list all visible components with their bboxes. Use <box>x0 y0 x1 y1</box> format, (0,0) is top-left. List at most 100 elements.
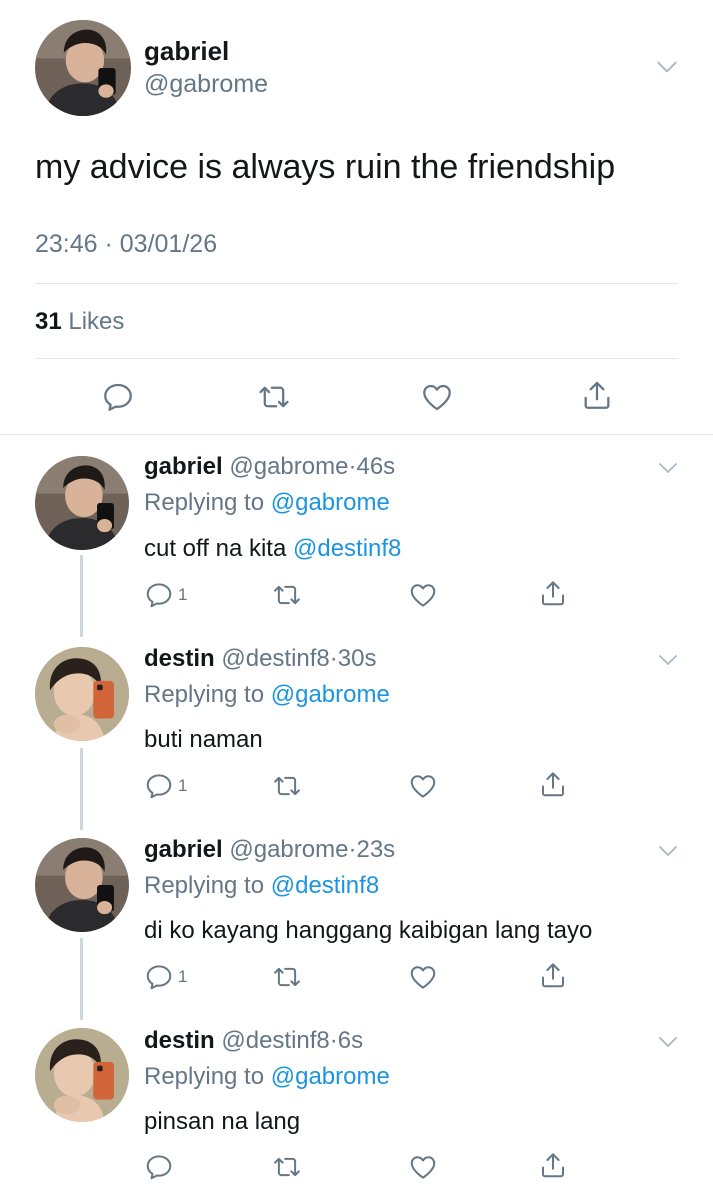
retweet-icon <box>272 580 302 610</box>
like-button[interactable] <box>408 1152 438 1182</box>
like-button[interactable] <box>408 580 438 610</box>
share-button[interactable] <box>538 578 568 608</box>
chevron-down-icon[interactable] <box>656 648 680 672</box>
reply-avatar[interactable] <box>35 1028 129 1122</box>
share-icon <box>538 578 568 608</box>
heart-icon <box>408 580 438 610</box>
retweet-icon <box>272 962 302 992</box>
section-divider <box>0 434 713 435</box>
mention-link[interactable]: @destinf8 <box>293 535 401 562</box>
retweet-button[interactable] <box>272 962 302 992</box>
replying-to-handle[interactable]: @gabrome <box>271 489 390 516</box>
reply-icon <box>101 380 135 414</box>
retweet-icon <box>272 771 302 801</box>
like-button[interactable] <box>408 962 438 992</box>
reply-avatar[interactable] <box>35 647 129 741</box>
reply-icon <box>144 962 174 992</box>
chevron-down-icon[interactable] <box>656 839 680 863</box>
reply-author-handle[interactable]: @destinf8 <box>221 1027 329 1054</box>
likes-summary[interactable]: 31 Likes <box>35 308 124 336</box>
retweet-button[interactable] <box>257 380 291 414</box>
heart-icon <box>408 962 438 992</box>
share-icon <box>538 769 568 799</box>
reply-avatar[interactable] <box>35 456 129 550</box>
reply-author-name[interactable]: destin <box>144 645 215 672</box>
reply-author-handle[interactable]: @destinf8 <box>221 645 329 672</box>
reply-author-name[interactable]: destin <box>144 1027 215 1054</box>
main-tweet-author-handle[interactable]: @gabrome <box>144 70 268 99</box>
reply-icon <box>144 580 174 610</box>
reply-count: 1 <box>178 967 188 986</box>
reply-header: destin @destinf8·30s <box>144 645 376 673</box>
replying-to-label: Replying to <box>144 872 265 899</box>
replying-to-label: Replying to <box>144 489 265 516</box>
reply-icon <box>144 771 174 801</box>
likes-label: Likes <box>68 308 125 335</box>
reply-button[interactable]: 1 <box>144 962 187 992</box>
retweet-button[interactable] <box>272 1152 302 1182</box>
like-button[interactable] <box>408 771 438 801</box>
reply-author-name[interactable]: gabriel <box>144 836 223 863</box>
share-button[interactable] <box>580 378 614 412</box>
retweet-icon <box>272 1152 302 1182</box>
reply-author-handle[interactable]: @gabrome <box>229 453 348 480</box>
replying-to-handle[interactable]: @destinf8 <box>271 872 379 899</box>
heart-icon <box>420 380 454 414</box>
share-button[interactable] <box>538 960 568 990</box>
likes-count: 31 <box>35 308 62 335</box>
share-icon <box>580 378 614 412</box>
replying-to-handle[interactable]: @gabrome <box>271 681 390 708</box>
reply-separator: · <box>329 645 338 672</box>
share-button[interactable] <box>538 1150 568 1180</box>
thread-line <box>80 748 83 830</box>
reply-separator: · <box>329 1027 338 1054</box>
reply-button[interactable]: 1 <box>144 771 187 801</box>
reply-avatar[interactable] <box>35 838 129 932</box>
retweet-icon <box>257 380 291 414</box>
reply-header: destin @destinf8·6s <box>144 1027 363 1055</box>
main-tweet-author-name[interactable]: gabriel <box>144 36 229 67</box>
reply-count: 1 <box>178 776 188 795</box>
reply-author-handle[interactable]: @gabrome <box>229 836 348 863</box>
share-icon <box>538 1150 568 1180</box>
divider <box>35 283 678 284</box>
reply-header: gabriel @gabrome·23s <box>144 836 395 864</box>
main-tweet-avatar[interactable] <box>35 20 131 116</box>
main-tweet-text: my advice is always ruin the friendship <box>35 148 616 186</box>
share-button[interactable] <box>538 769 568 799</box>
reply-time[interactable]: 23s <box>356 836 395 863</box>
reply-button[interactable]: 1 <box>144 580 187 610</box>
reply-header: gabriel @gabrome·46s <box>144 453 395 481</box>
replying-to: Replying to @gabrome <box>144 681 390 709</box>
heart-icon <box>408 1152 438 1182</box>
replying-to-label: Replying to <box>144 1063 265 1090</box>
reply-text-body: cut off na kita <box>144 535 293 562</box>
reply-count: 1 <box>178 585 188 604</box>
divider <box>35 358 678 359</box>
replying-to-handle[interactable]: @gabrome <box>271 1063 390 1090</box>
reply-text: buti naman <box>144 726 263 753</box>
heart-icon <box>408 771 438 801</box>
replying-to: Replying to @gabrome <box>144 489 390 517</box>
replying-to: Replying to @gabrome <box>144 1063 390 1091</box>
retweet-button[interactable] <box>272 771 302 801</box>
reply-button[interactable] <box>144 1152 178 1182</box>
thread-line <box>80 938 83 1020</box>
reply-button[interactable] <box>101 380 135 414</box>
chevron-down-icon[interactable] <box>656 456 680 480</box>
like-button[interactable] <box>420 380 454 414</box>
reply-text: di ko kayang hanggang kaibigan lang tayo <box>144 917 593 944</box>
replying-to: Replying to @destinf8 <box>144 872 379 900</box>
reply-text: cut off na kita @destinf8 <box>144 535 401 563</box>
retweet-button[interactable] <box>272 580 302 610</box>
reply-text: pinsan na lang <box>144 1108 301 1135</box>
chevron-down-icon[interactable] <box>654 54 680 80</box>
chevron-down-icon[interactable] <box>656 1030 680 1054</box>
reply-author-name[interactable]: gabriel <box>144 453 223 480</box>
reply-time[interactable]: 30s <box>338 645 377 672</box>
main-tweet-timestamp[interactable]: 23:46 · 03/01/26 <box>35 230 217 259</box>
replying-to-label: Replying to <box>144 681 265 708</box>
thread-line <box>80 555 83 637</box>
reply-time[interactable]: 6s <box>338 1027 363 1054</box>
reply-time[interactable]: 46s <box>356 453 395 480</box>
